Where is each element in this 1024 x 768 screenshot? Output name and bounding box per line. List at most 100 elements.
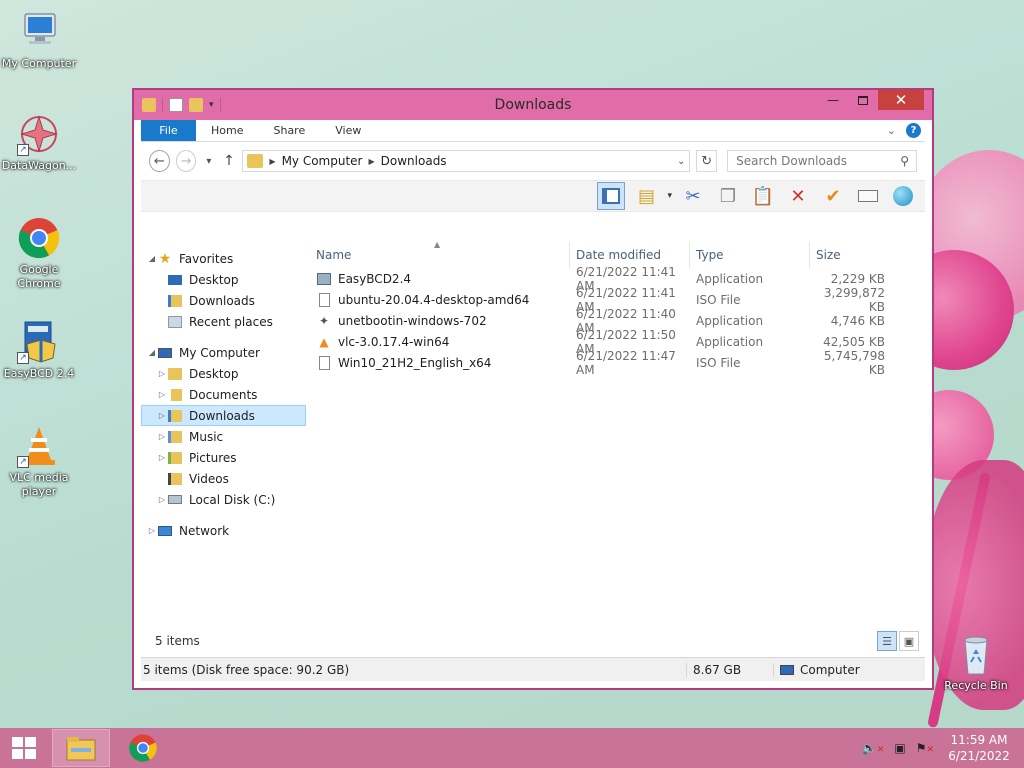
nav-computer-pictures[interactable]: ▷ Pictures xyxy=(141,447,306,468)
nav-computer-music[interactable]: ▷ Music xyxy=(141,426,306,447)
delete-button[interactable]: ✕ xyxy=(784,182,812,210)
new-folder-icon[interactable] xyxy=(189,98,203,112)
file-name: vlc-3.0.17.4-win64 xyxy=(338,334,450,349)
disc-image-icon xyxy=(316,355,332,371)
address-dropdown-icon[interactable]: ⌄ xyxy=(677,156,685,167)
details-total-size: 8.67 GB xyxy=(686,662,773,677)
copy-button[interactable]: ❐ xyxy=(714,182,742,210)
details-view-button[interactable]: ☰ xyxy=(877,631,897,651)
windows-logo-icon xyxy=(12,737,36,759)
desktop-icon-google-chrome[interactable]: Google Chrome xyxy=(0,216,78,291)
vlc-cone-icon: ↗ xyxy=(17,424,61,468)
desktop-icon-label: EasyBCD 2.4 xyxy=(3,367,75,380)
speaker-muted-icon[interactable]: 🔈✕ xyxy=(862,741,885,755)
title-bar[interactable]: ▾ Downloads — ✕ xyxy=(134,90,932,120)
nav-computer-videos[interactable]: Videos xyxy=(141,468,306,489)
tab-share[interactable]: Share xyxy=(258,120,320,141)
view-toggles: ☰ ▣ xyxy=(877,631,919,651)
accept-button[interactable]: ✔ xyxy=(819,182,847,210)
help-icon[interactable]: ? xyxy=(906,123,921,138)
desktop-icon-label: Recycle Bin xyxy=(944,679,1008,692)
nav-my-computer[interactable]: ◢ My Computer xyxy=(141,342,306,363)
paste-button[interactable]: 📋 xyxy=(749,182,777,210)
search-input[interactable] xyxy=(736,154,897,168)
tab-home[interactable]: Home xyxy=(196,120,258,141)
desktop-icon-easybcd[interactable]: ↗ EasyBCD 2.4 xyxy=(0,320,78,381)
folder-check-icon: ▤ xyxy=(637,185,655,207)
breadcrumb-my-computer[interactable]: My Computer xyxy=(282,154,363,168)
recent-locations-button[interactable]: ▾ xyxy=(202,156,215,167)
star-icon: ★ xyxy=(158,250,172,267)
taskbar-chrome[interactable] xyxy=(114,729,172,767)
back-button[interactable]: ← xyxy=(149,150,170,172)
system-tray: 🔈✕ ▣ ⚑✕ 11:59 AM 6/21/2022 xyxy=(862,728,1024,768)
content-area: ◢ ★ Favorites Desktop Downloads Recent p… xyxy=(141,240,925,625)
collapsed-arrow-icon[interactable]: ▷ xyxy=(147,526,157,535)
customize-qat-icon[interactable]: ▾ xyxy=(209,100,214,110)
shortcut-arrow-icon: ↗ xyxy=(17,144,29,156)
desktop-icon-datawagon[interactable]: ↗ DataWagon... xyxy=(0,112,78,173)
address-bar[interactable]: ▶ My Computer ▶ Downloads ⌄ xyxy=(242,150,691,172)
nav-computer-local-disk[interactable]: ▷ Local Disk (C:) xyxy=(141,489,306,510)
preview-pane-button[interactable] xyxy=(597,182,626,210)
expand-ribbon-icon[interactable]: ⌄ xyxy=(887,124,896,137)
desktop-icon-vlc[interactable]: ↗ VLC media player xyxy=(0,424,78,499)
properties-icon[interactable] xyxy=(169,98,183,112)
nav-favorites-recent-places[interactable]: Recent places xyxy=(141,311,306,332)
nav-computer-downloads[interactable]: ▷ Downloads xyxy=(141,405,306,426)
tab-file[interactable]: File xyxy=(141,120,196,141)
expanded-arrow-icon[interactable]: ◢ xyxy=(147,348,157,357)
tab-view[interactable]: View xyxy=(320,120,376,141)
collapsed-arrow-icon[interactable]: ▷ xyxy=(157,453,167,462)
expanded-arrow-icon[interactable]: ◢ xyxy=(147,254,157,263)
collapsed-arrow-icon[interactable]: ▷ xyxy=(157,369,167,378)
collapsed-arrow-icon[interactable]: ▷ xyxy=(157,495,167,504)
rename-button[interactable] xyxy=(854,182,882,210)
nav-label: My Computer xyxy=(179,345,260,360)
collapsed-arrow-icon[interactable]: ▷ xyxy=(157,390,167,399)
refresh-icon: ↻ xyxy=(701,153,713,169)
nav-favorites-desktop[interactable]: Desktop xyxy=(141,269,306,290)
nav-favorites-downloads[interactable]: Downloads xyxy=(141,290,306,311)
nav-label: Desktop xyxy=(189,366,239,381)
recycle-bin-icon xyxy=(954,632,998,676)
column-header-type[interactable]: Type xyxy=(690,242,810,268)
minimize-button[interactable]: — xyxy=(818,90,848,110)
properties-button[interactable]: ▤ xyxy=(632,182,660,210)
desktop-icon-recycle-bin[interactable]: Recycle Bin xyxy=(936,632,1016,693)
close-button[interactable]: ✕ xyxy=(878,90,924,110)
globe-button[interactable] xyxy=(889,182,917,210)
folder-icon xyxy=(167,367,183,381)
file-name: ubuntu-20.04.4-desktop-amd64 xyxy=(338,292,530,307)
folder-icon[interactable] xyxy=(142,98,156,112)
desktop-icon-my-computer[interactable]: My Computer xyxy=(0,10,78,71)
cut-button[interactable]: ✂ xyxy=(679,182,707,210)
up-button[interactable]: ↑ xyxy=(221,153,236,169)
file-row[interactable]: Win10_21H2_English_x64 6/21/2022 11:47 A… xyxy=(306,349,925,377)
clock[interactable]: 11:59 AM 6/21/2022 xyxy=(944,732,1014,764)
taskbar: 🔈✕ ▣ ⚑✕ 11:59 AM 6/21/2022 xyxy=(0,728,1024,768)
search-box[interactable]: ⚲ xyxy=(727,150,917,172)
window-title: Downloads xyxy=(494,97,572,113)
column-header-size[interactable]: Size xyxy=(810,242,890,268)
column-header-date-modified[interactable]: Date modified xyxy=(570,242,690,268)
refresh-button[interactable]: ↻ xyxy=(696,150,718,172)
back-arrow-icon: ← xyxy=(153,153,165,169)
start-button[interactable] xyxy=(0,728,48,768)
nav-computer-desktop[interactable]: ▷ Desktop xyxy=(141,363,306,384)
nav-network[interactable]: ▷ Network xyxy=(141,520,306,541)
nav-favorites[interactable]: ◢ ★ Favorites xyxy=(141,248,306,269)
breadcrumb-downloads[interactable]: Downloads xyxy=(381,154,447,168)
action-center-flag-icon[interactable]: ⚑✕ xyxy=(916,741,934,755)
collapsed-arrow-icon[interactable]: ▷ xyxy=(157,411,167,420)
large-icons-view-button[interactable]: ▣ xyxy=(899,631,919,651)
forward-button[interactable]: → xyxy=(175,150,197,172)
collapsed-arrow-icon[interactable]: ▷ xyxy=(157,432,167,441)
computer-icon xyxy=(17,10,61,54)
file-list: ▲ Name Date modified Type Size EasyBCD2.… xyxy=(306,240,925,625)
maximize-button[interactable] xyxy=(848,90,878,110)
taskbar-file-explorer[interactable] xyxy=(52,729,110,767)
properties-dropdown-icon[interactable]: ▾ xyxy=(667,191,672,201)
nav-computer-documents[interactable]: ▷ Documents xyxy=(141,384,306,405)
network-status-icon[interactable]: ▣ xyxy=(894,741,905,755)
